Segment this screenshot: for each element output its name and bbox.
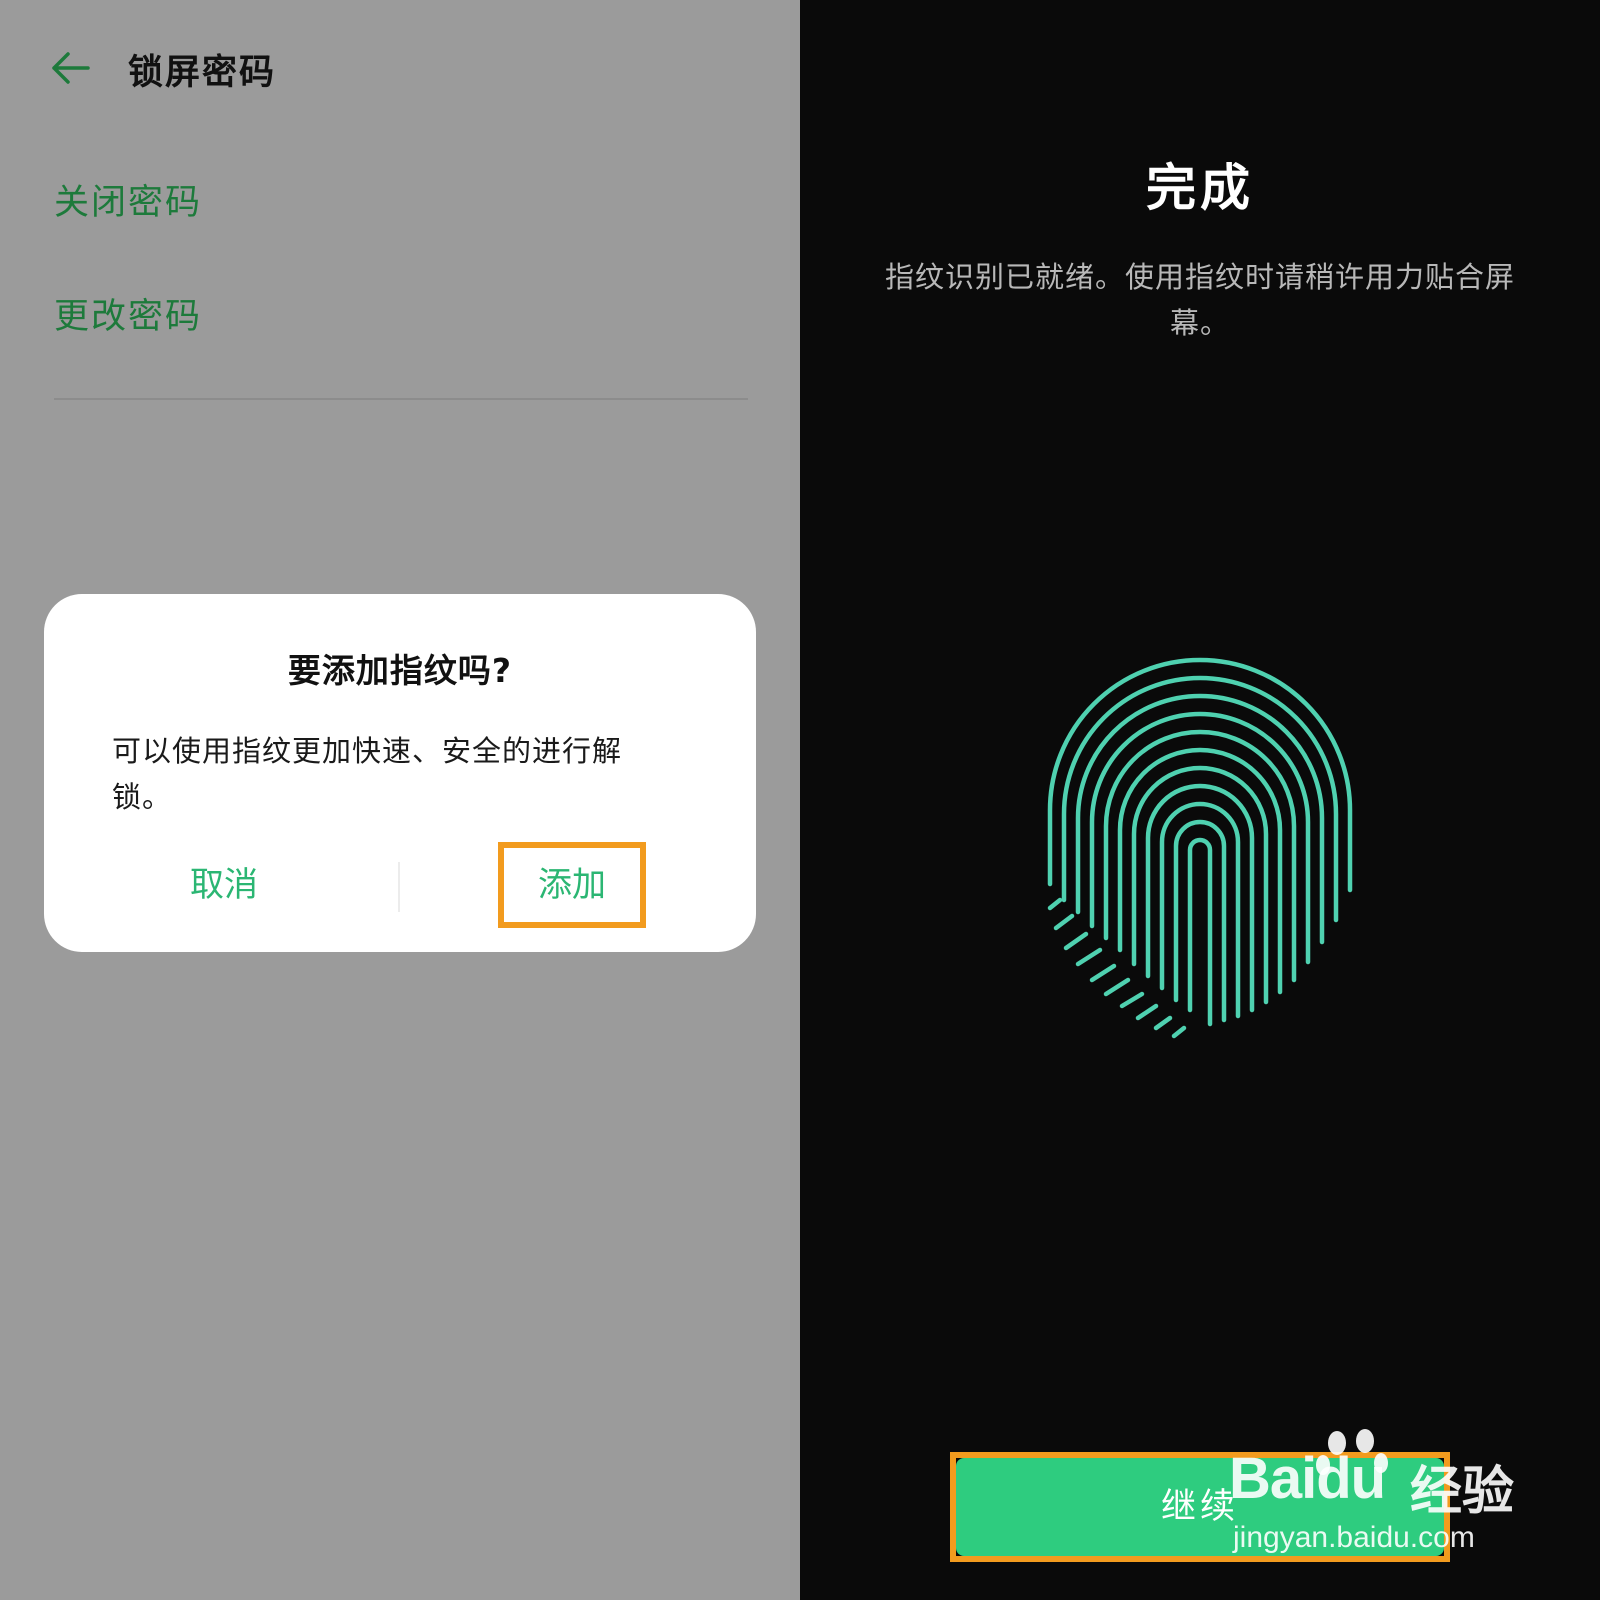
complete-description-line-1: 指纹识别已就绪。使用指纹时请稍许用力贴合屏 bbox=[884, 260, 1515, 294]
dialog-message-line-1: 可以使用指纹更加快速、安全的进行解 bbox=[112, 734, 623, 768]
complete-description: 指纹识别已就绪。使用指纹时请稍许用力贴合屏 幕。 bbox=[870, 254, 1530, 346]
dialog-title: 要添加指纹吗? bbox=[287, 651, 513, 690]
button-divider bbox=[398, 862, 400, 912]
back-arrow-icon[interactable] bbox=[48, 48, 92, 88]
lock-screen-password-screen: 锁屏密码 关闭密码 更改密码 要添加指纹吗? 可以使用指纹更加快速、安全的进行解… bbox=[0, 0, 800, 1600]
fingerprint-complete-screen: 完成 指纹识别已就绪。使用指纹时请稍许用力贴合屏 幕。 继续 bbox=[800, 0, 1600, 1600]
cancel-button[interactable]: 取消 bbox=[144, 850, 304, 920]
dialog-message-line-2: 锁。 bbox=[112, 780, 173, 814]
change-password-item[interactable]: 更改密码 bbox=[54, 288, 202, 339]
fingerprint-icon bbox=[1047, 657, 1353, 1039]
add-fingerprint-dialog: 要添加指纹吗? 可以使用指纹更加快速、安全的进行解 锁。 取消 添加 bbox=[44, 594, 756, 952]
continue-button-label: 继续 bbox=[1160, 1487, 1239, 1527]
complete-description-line-2: 幕。 bbox=[1169, 306, 1230, 340]
complete-title: 完成 bbox=[1146, 159, 1254, 217]
dialog-message: 可以使用指纹更加快速、安全的进行解 锁。 bbox=[112, 728, 672, 820]
add-button[interactable]: 添加 bbox=[498, 850, 646, 920]
continue-button[interactable]: 继续 bbox=[956, 1458, 1444, 1556]
page-title: 锁屏密码 bbox=[128, 53, 277, 93]
divider bbox=[54, 398, 748, 400]
disable-password-item[interactable]: 关闭密码 bbox=[54, 174, 202, 225]
